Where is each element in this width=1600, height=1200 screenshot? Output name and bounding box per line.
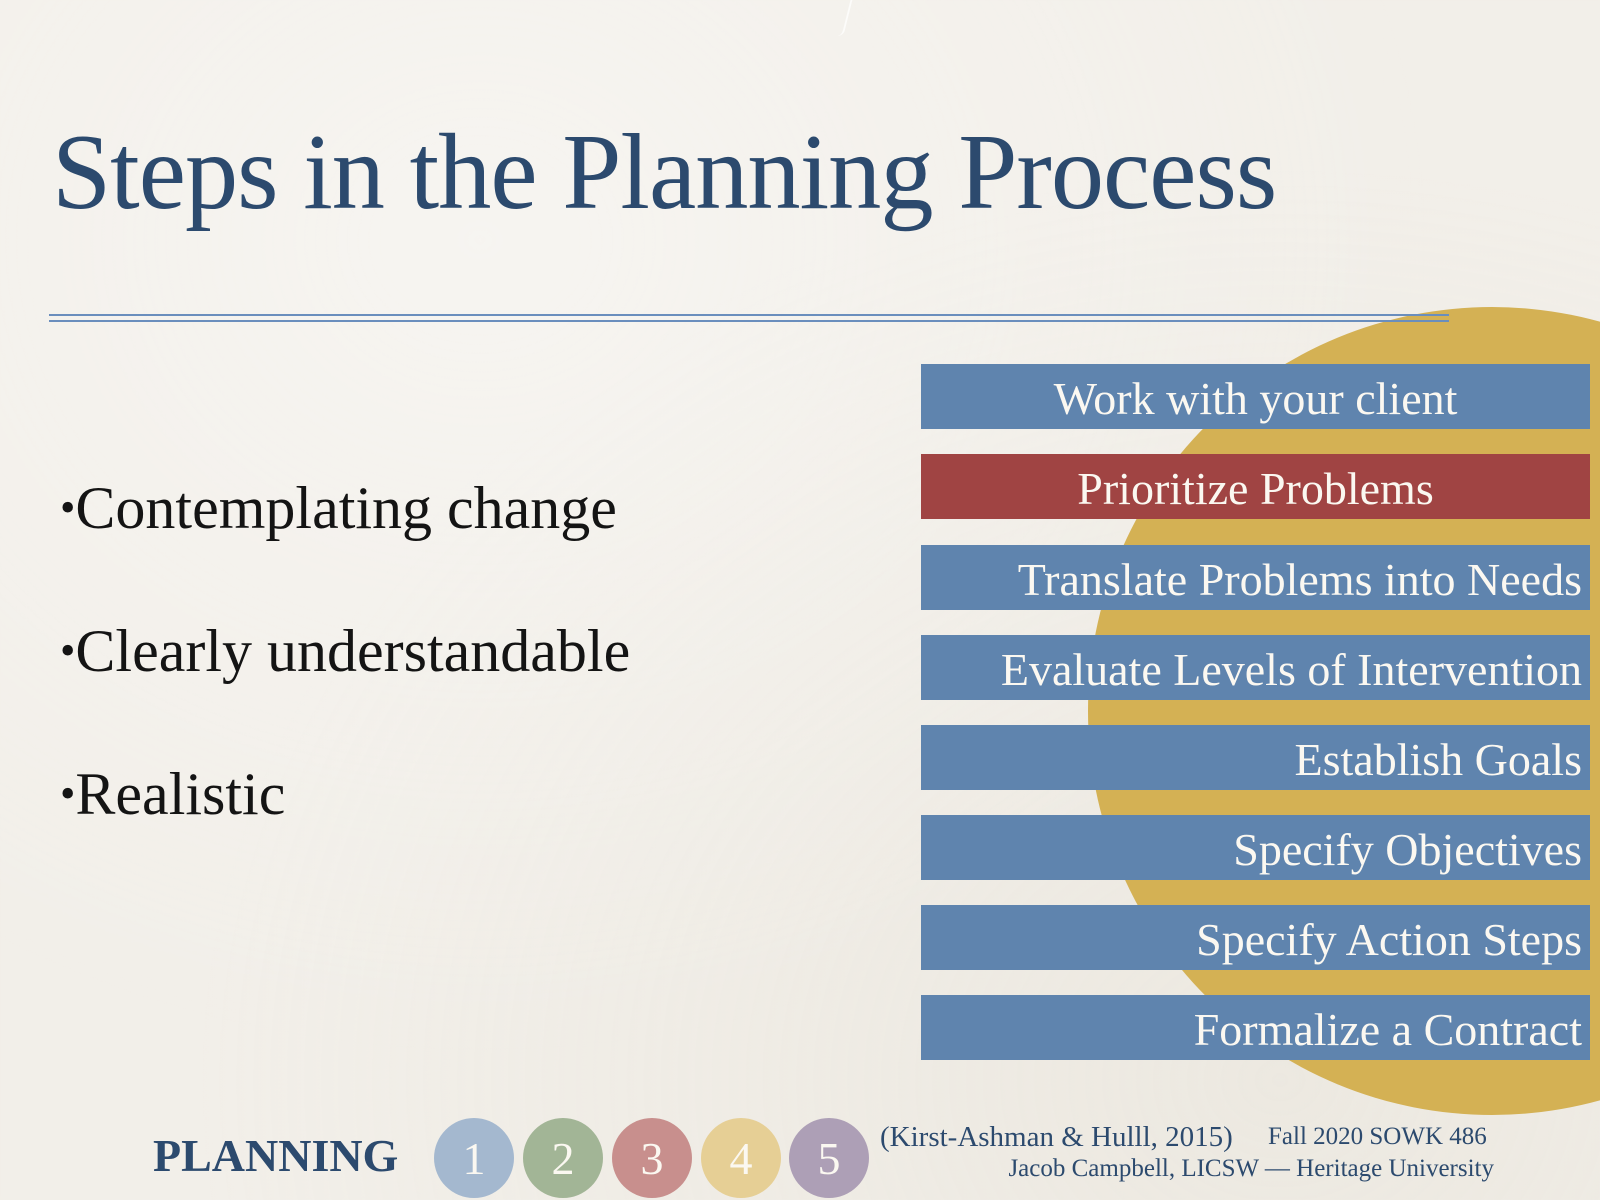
bullet-item: •Contemplating change [60, 478, 630, 621]
step-prioritize-problems: Prioritize Problems [921, 454, 1590, 519]
paper-crease-decoration [831, 0, 853, 36]
phase-circle-5: 5 [789, 1118, 869, 1198]
step-evaluate-levels: Evaluate Levels of Intervention [921, 635, 1590, 700]
course-label: Fall 2020 SOWK 486 [1268, 1123, 1487, 1150]
bullet-item: •Realistic [60, 764, 630, 907]
step-specify-action-steps: Specify Action Steps [921, 905, 1590, 970]
step-formalize-contract: Formalize a Contract [921, 995, 1590, 1060]
slide-title: Steps in the Planning Process [52, 113, 1277, 232]
bullet-icon: • [60, 626, 76, 675]
phase-circle-3: 3 [612, 1118, 692, 1198]
citation: (Kirst-Ashman & Hulll, 2015) [880, 1121, 1233, 1153]
section-label: PLANNING [153, 1130, 399, 1181]
bullet-item: •Clearly understandable [60, 621, 630, 764]
bullet-icon: • [60, 769, 76, 818]
bullet-icon: • [60, 483, 76, 532]
phase-circle-1: 1 [434, 1118, 514, 1198]
phase-circle-2: 2 [523, 1118, 603, 1198]
bullet-list: •Contemplating change •Clearly understan… [60, 478, 630, 907]
title-rule-bottom [49, 320, 1449, 322]
author-label: Jacob Campbell, LICSW — Heritage Univers… [1008, 1155, 1494, 1182]
step-establish-goals: Establish Goals [921, 725, 1590, 790]
bullet-text: Clearly understandable [75, 618, 631, 684]
step-work-with-client: Work with your client [921, 364, 1590, 429]
bullet-text: Contemplating change [75, 475, 617, 541]
step-specify-objectives: Specify Objectives [921, 815, 1590, 880]
title-rule-top [49, 314, 1449, 316]
step-translate-problems: Translate Problems into Needs [921, 545, 1590, 610]
slide: Steps in the Planning Process •Contempla… [0, 0, 1600, 1200]
bullet-text: Realistic [75, 761, 286, 827]
phase-circle-4: 4 [701, 1118, 781, 1198]
